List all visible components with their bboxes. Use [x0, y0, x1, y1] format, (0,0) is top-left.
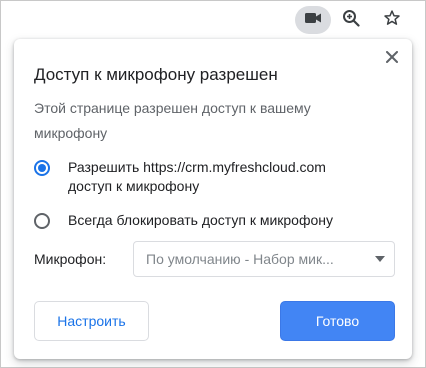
microphone-label: Микрофон: [34, 251, 107, 267]
zoom-icon [342, 9, 360, 32]
popup-description: Этой странице разрешен доступ к вашему м… [34, 100, 311, 141]
done-button[interactable]: Готово [280, 301, 395, 341]
zoom-button[interactable] [335, 6, 367, 34]
camera-icon [304, 11, 322, 30]
allow-option-label: Разрешить https://crm.myfreshcloud.com д… [68, 159, 326, 194]
close-button[interactable] [382, 49, 402, 69]
star-icon [383, 9, 401, 32]
popup-title: Доступ к микрофону разрешен [34, 65, 278, 84]
camera-permission-button[interactable] [295, 6, 331, 34]
microphone-permission-popup: Доступ к микрофону разрешен Этой страниц… [14, 39, 412, 359]
close-icon [386, 50, 398, 68]
bookmark-button[interactable] [376, 6, 408, 34]
microphone-select-value: По умолчанию - Набор мик... [146, 251, 334, 267]
chevron-down-icon [375, 256, 385, 262]
allow-option[interactable]: Разрешить https://crm.myfreshcloud.com д… [34, 158, 368, 196]
allow-radio[interactable] [34, 160, 50, 176]
microphone-select[interactable]: По умолчанию - Набор мик... [133, 241, 395, 277]
block-option[interactable]: Всегда блокировать доступ к микрофону [34, 211, 368, 230]
browser-toolbar [1, 1, 425, 39]
block-radio[interactable] [34, 213, 50, 229]
configure-button[interactable]: Настроить [34, 301, 149, 341]
block-option-label: Всегда блокировать доступ к микрофону [68, 212, 334, 228]
browser-frame: Доступ к микрофону разрешен Этой страниц… [0, 0, 426, 368]
